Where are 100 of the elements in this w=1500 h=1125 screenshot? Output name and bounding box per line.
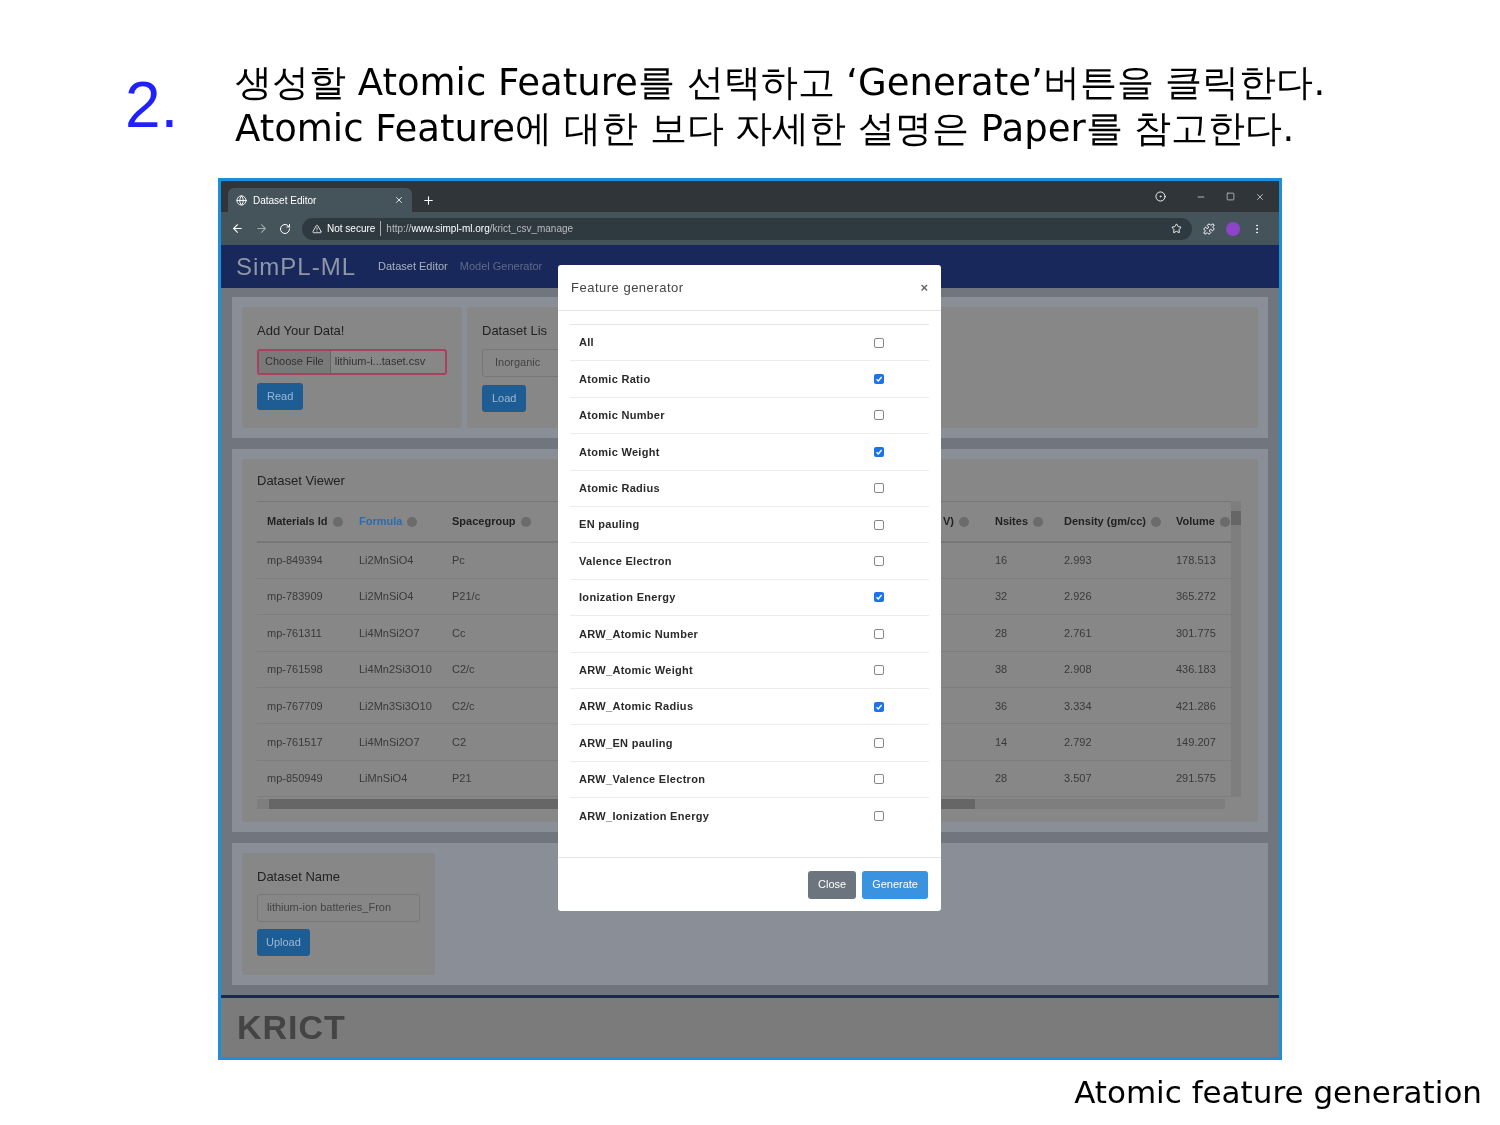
- vertical-scrollbar[interactable]: [1231, 500, 1241, 798]
- dialog-button[interactable]: Close: [808, 870, 857, 899]
- feature-label: ARW_EN pauling: [579, 735, 673, 751]
- table-cell-text: 38: [994, 662, 1009, 678]
- table-cell-text: 2.908: [1063, 662, 1093, 678]
- checkbox[interactable]: [874, 519, 884, 530]
- table-cell-text: 421.286: [1175, 698, 1217, 714]
- column-header[interactable]: V): [939, 512, 985, 530]
- column-header[interactable]: Volume: [1172, 512, 1231, 530]
- table-cell-text: 2.926: [1063, 589, 1093, 605]
- new-tab-icon[interactable]: [422, 194, 435, 207]
- table-cell-text: LiMnSiO4: [358, 771, 409, 787]
- table-cell-text: mp-783909: [266, 589, 324, 605]
- feature-label: ARW_Atomic Radius: [579, 699, 694, 715]
- record-icon[interactable]: [1155, 191, 1166, 202]
- table-cell-text: 291.575: [1175, 771, 1217, 787]
- close-button[interactable]: ×: [920, 277, 928, 298]
- table-cell-text: 36: [994, 698, 1009, 714]
- table-cell-text: mp-761517: [266, 734, 324, 750]
- dataset-name-field[interactable]: lithium-ion batteries_Fron: [257, 893, 420, 922]
- globe-icon: [236, 194, 247, 206]
- checkbox[interactable]: [874, 483, 884, 494]
- checkbox[interactable]: [874, 374, 884, 385]
- card-title: Dataset Viewer: [257, 472, 345, 490]
- close-icon[interactable]: [394, 195, 404, 205]
- address-bar[interactable]: Not secure http://www.simpl-ml.org/krict_csv_manage: [302, 217, 1192, 240]
- logo: SimPL-ML: [236, 251, 357, 282]
- table-cell-text: 2.993: [1063, 552, 1093, 568]
- table-cell-text: mp-767709: [266, 698, 324, 714]
- table-cell-text: Li2MnSiO4: [358, 589, 415, 605]
- table-cell-text: Cc: [451, 625, 467, 641]
- card-title: Dataset Lis: [482, 322, 549, 340]
- table-cell-text: P21/c: [451, 589, 482, 605]
- load-button[interactable]: Load: [482, 384, 527, 412]
- checkbox[interactable]: [874, 665, 884, 676]
- checkbox[interactable]: [874, 410, 884, 421]
- column-header[interactable]: Materials Id: [257, 512, 349, 530]
- table-cell-text: Pc: [451, 552, 466, 568]
- check-icon: [875, 593, 883, 602]
- reload-icon[interactable]: [279, 222, 291, 235]
- table-cell-text: C2: [451, 734, 468, 750]
- star-icon[interactable]: [1171, 223, 1182, 234]
- table-cell-text: 28: [994, 771, 1009, 787]
- table-cell-text: C2/c: [451, 662, 476, 678]
- checkbox[interactable]: [874, 556, 884, 567]
- feature-label: ARW_Ionization Energy: [579, 809, 710, 824]
- extensions-icon[interactable]: [1203, 222, 1215, 235]
- warning-icon: [312, 223, 322, 234]
- file-input[interactable]: Choose File lithium-i...taset.csv: [257, 348, 447, 375]
- table-cell-text: 436.183: [1175, 662, 1217, 678]
- browser-tab[interactable]: Dataset Editor: [228, 188, 412, 212]
- table-cell-text: 28: [994, 625, 1009, 641]
- column-header[interactable]: Nsites: [985, 512, 1054, 530]
- checkbox[interactable]: [874, 774, 884, 785]
- feature-label: ARW_Valence Electron: [579, 772, 706, 788]
- maximize-icon[interactable]: [1226, 192, 1235, 201]
- check-icon: [875, 702, 883, 711]
- table-cell-text: 16: [994, 552, 1009, 568]
- checkbox[interactable]: [874, 446, 884, 457]
- checkbox[interactable]: [874, 701, 884, 712]
- column-header[interactable]: Density (gm/cc): [1054, 512, 1172, 530]
- card-title: Add Your Data!: [257, 322, 346, 340]
- checkbox[interactable]: [874, 811, 884, 822]
- table-cell-text: C2/c: [451, 698, 476, 714]
- check-icon: [875, 375, 883, 384]
- table-cell-text: 178.513: [1175, 552, 1217, 568]
- table-cell-text: 365.272: [1175, 589, 1217, 605]
- dialog-title: Feature generator: [571, 278, 684, 297]
- table-cell-text: Li2MnSiO4: [358, 552, 415, 568]
- table-cell-text: mp-850949: [266, 771, 324, 787]
- checkbox[interactable]: [874, 738, 884, 748]
- checkbox[interactable]: [874, 628, 884, 639]
- feature-label: Atomic Radius: [579, 481, 660, 496]
- step-number: 2.: [125, 68, 180, 143]
- column-header[interactable]: Spacegroup: [442, 512, 529, 530]
- card-title: Dataset Name: [257, 868, 342, 886]
- back-icon[interactable]: [231, 222, 244, 235]
- table-cell-text: 2.792: [1063, 734, 1093, 750]
- upload-button[interactable]: Upload: [257, 928, 310, 956]
- checkbox[interactable]: [874, 592, 884, 603]
- table-cell-text: P21: [451, 771, 473, 787]
- checkbox[interactable]: [874, 337, 884, 348]
- forward-icon[interactable]: [255, 222, 268, 235]
- read-button[interactable]: Read: [257, 382, 304, 410]
- nav-link[interactable]: Dataset Editor: [378, 258, 448, 275]
- table-cell-text: 301.775: [1175, 625, 1217, 641]
- dialog-button[interactable]: Generate: [862, 870, 928, 899]
- instruction-text: Atomic Feature에 대한 보다 자세한 설명은 Paper를 참고한다.: [235, 106, 1296, 152]
- table-cell-text: 149.207: [1175, 734, 1217, 750]
- feature-label: EN pauling: [579, 517, 640, 533]
- feature-label: Valence Electron: [579, 553, 672, 569]
- feature-label: Ionization Energy: [579, 590, 676, 606]
- table-cell-text: 3.507: [1063, 771, 1093, 787]
- nav-link[interactable]: Model Generator: [459, 258, 543, 275]
- close-window-icon[interactable]: [1255, 191, 1265, 202]
- table-cell-text: Li2Mn3Si3O10: [358, 698, 433, 714]
- table-cell-text: 3.334: [1063, 698, 1093, 714]
- table-cell-text: Li4Mn2Si3O10: [358, 662, 433, 678]
- feature-label: ARW_Atomic Number: [579, 626, 699, 642]
- table-cell-text: mp-761598: [266, 662, 324, 678]
